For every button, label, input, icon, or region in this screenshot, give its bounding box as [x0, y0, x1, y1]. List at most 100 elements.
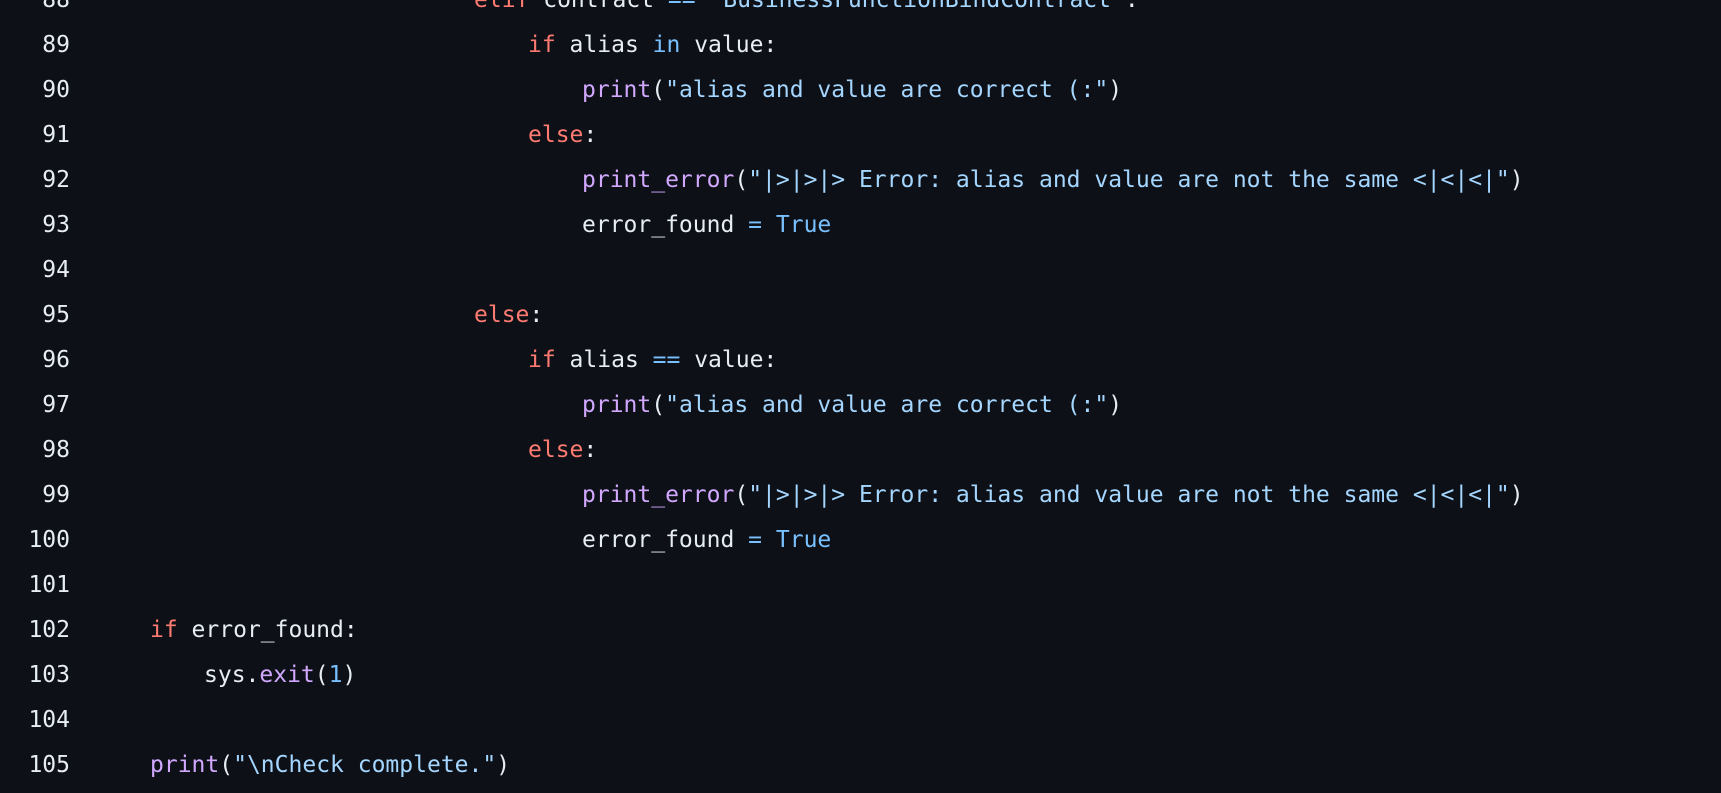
code-token: if: [528, 31, 556, 58]
code-token: in: [652, 31, 681, 58]
code-token: =: [748, 526, 763, 553]
line-number: 88: [0, 0, 70, 13]
line-number: 90: [42, 76, 70, 103]
code-line: 88 elif contract == "BusinessFunctionBind…: [0, 0, 1721, 22]
code-token: if: [528, 346, 556, 373]
code-text: else:: [150, 122, 1721, 148]
line-number: 95: [42, 301, 70, 328]
code-token: else: [528, 436, 584, 463]
code-line: 96 if alias == value:: [0, 337, 1721, 382]
code-token: (: [651, 391, 666, 418]
line-number: 91: [42, 121, 70, 148]
code-lines: 88elif contract == "BusinessFunctionBind…: [0, 0, 1721, 787]
code-text: else:: [150, 302, 1721, 328]
code-token: 1: [328, 661, 343, 688]
code-token: (: [734, 481, 749, 508]
code-token: print: [150, 751, 220, 778]
line-number: 100: [28, 526, 70, 553]
code-line: 89 if alias in value:: [0, 22, 1721, 67]
code-token: alias: [555, 346, 653, 373]
code-token: True: [762, 211, 832, 238]
code-token: print: [582, 391, 652, 418]
code-token: ==: [652, 346, 681, 373]
line-number: 96: [42, 346, 70, 373]
code-token: :: [529, 301, 544, 328]
code-text: if error_found:: [150, 617, 1721, 643]
code-text: sys.exit(1): [150, 662, 1721, 688]
code-token: (: [651, 76, 666, 103]
code-token: elif: [474, 0, 529, 13]
code-token: value:: [680, 31, 778, 58]
code-token: ): [1108, 391, 1123, 418]
code-token: ): [496, 751, 511, 778]
code-token: sys.: [204, 661, 260, 688]
code-token: print_error: [582, 481, 735, 508]
code-token: (: [734, 166, 749, 193]
code-line: 100 error_found = True: [0, 517, 1721, 562]
line-number: 104: [28, 706, 70, 733]
code-token: else: [474, 301, 530, 328]
line-number: 89: [42, 31, 70, 58]
code-token: "alias and value are correct (:": [665, 391, 1109, 418]
code-token: error_found: [582, 211, 749, 238]
code-token: exit: [259, 661, 315, 688]
code-token: ): [1509, 166, 1524, 193]
code-token: error_found: [582, 526, 749, 553]
code-token: True: [762, 526, 832, 553]
code-line: 103 sys.exit(1): [0, 652, 1721, 697]
line-number: 103: [28, 661, 70, 688]
code-text: elif contract == "BusinessFunctionBindCo…: [150, 0, 1721, 13]
code-line: 97 print("alias and value are correct (:"…: [0, 382, 1721, 427]
code-token: error_found:: [177, 616, 358, 643]
code-token: else: [528, 121, 584, 148]
code-line: 98 else:: [0, 427, 1721, 472]
code-token: :: [583, 121, 598, 148]
code-text: if alias == value:: [150, 347, 1721, 373]
code-token: value:: [680, 346, 778, 373]
code-text: print("\nCheck complete."): [150, 752, 1721, 778]
code-text: print_error("|>|>|> Error: alias and val…: [150, 482, 1721, 508]
line-number: 105: [28, 751, 70, 778]
line-number: 92: [42, 166, 70, 193]
code-token: "BusinessFunctionBindContract": [696, 0, 1124, 13]
code-token: "\nCheck complete.": [233, 751, 497, 778]
code-line: 94: [0, 247, 1721, 292]
code-token: if: [150, 616, 178, 643]
code-token: :: [1125, 0, 1139, 13]
line-number: 97: [42, 391, 70, 418]
code-line: 90 print("alias and value are correct (:"…: [0, 67, 1721, 112]
code-token: print: [582, 76, 652, 103]
line-number: 102: [28, 616, 70, 643]
code-line: 99 print_error("|>|>|> Error: alias and v…: [0, 472, 1721, 517]
code-token: contract: [529, 0, 667, 13]
code-line: 104: [0, 697, 1721, 742]
code-viewer: 88elif contract == "BusinessFunctionBind…: [0, 0, 1721, 793]
line-number: 99: [42, 481, 70, 508]
code-token: print_error: [582, 166, 735, 193]
code-token: ): [1509, 481, 1524, 508]
code-line: 93 error_found = True: [0, 202, 1721, 247]
code-token: ): [1108, 76, 1123, 103]
line-number: 101: [28, 571, 70, 598]
code-text: print("alias and value are correct (:"): [150, 392, 1721, 418]
code-token: "|>|>|> Error: alias and value are not t…: [748, 166, 1510, 193]
code-token: ==: [668, 0, 696, 13]
code-token: =: [748, 211, 763, 238]
code-token: (: [314, 661, 329, 688]
code-line: 95 else:: [0, 292, 1721, 337]
code-text: print("alias and value are correct (:"): [150, 77, 1721, 103]
line-number: 93: [42, 211, 70, 238]
code-line: 92 print_error("|>|>|> Error: alias and v…: [0, 157, 1721, 202]
code-text: error_found = True: [150, 527, 1721, 553]
line-number: 98: [42, 436, 70, 463]
code-line: 91 else:: [0, 112, 1721, 157]
code-token: ): [342, 661, 357, 688]
code-text: else:: [150, 437, 1721, 463]
code-token: "|>|>|> Error: alias and value are not t…: [748, 481, 1510, 508]
line-number: 94: [42, 256, 70, 283]
code-line: 105 print("\nCheck complete."): [0, 742, 1721, 787]
code-text: print_error("|>|>|> Error: alias and val…: [150, 167, 1721, 193]
